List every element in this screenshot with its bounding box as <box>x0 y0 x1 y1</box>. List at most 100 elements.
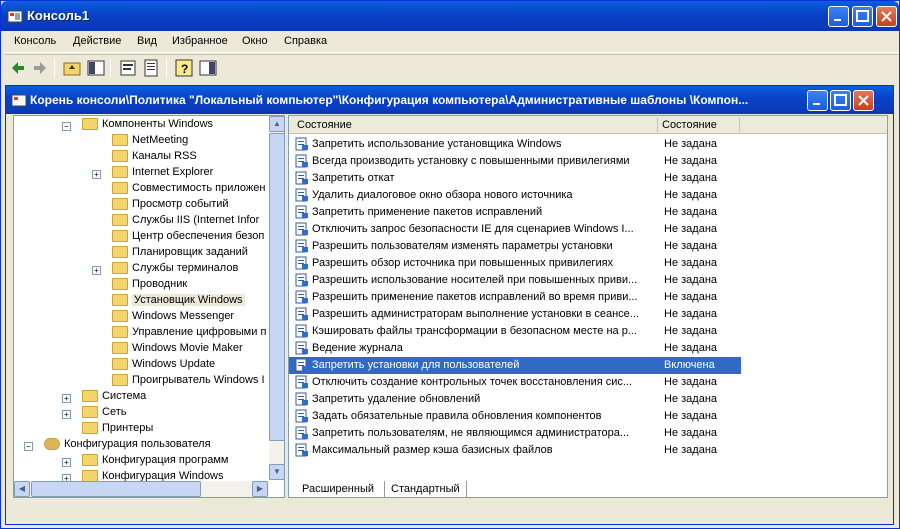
tree-item[interactable]: Windows Messenger <box>112 310 234 326</box>
tree-item[interactable]: Windows Update <box>112 358 215 374</box>
menu-view[interactable]: Вид <box>137 35 157 47</box>
child-title: Корень консоли\Политика "Локальный компь… <box>30 93 749 107</box>
tree-item[interactable]: Принтеры <box>82 422 153 438</box>
tree-item-label: Каналы RSS <box>132 150 197 162</box>
tree-item[interactable]: − Конфигурация пользователя <box>24 438 211 454</box>
policy-row[interactable]: Запретить применение пакетов исправлений… <box>289 204 741 221</box>
policy-row[interactable]: Разрешить использование носителей при по… <box>289 272 741 289</box>
policy-row[interactable]: Запретить установки для пользователей Вкл… <box>289 357 741 374</box>
svg-text:?: ? <box>181 62 188 76</box>
folder-icon <box>112 294 128 307</box>
tree-hscroll-thumb[interactable] <box>31 481 201 497</box>
minimize-button[interactable] <box>828 6 849 27</box>
policy-state: Не задана <box>664 342 718 354</box>
tree-item[interactable]: Совместимость приложен <box>112 182 265 198</box>
folder-icon <box>112 166 128 179</box>
column-header-state[interactable]: Состояние <box>662 119 717 131</box>
tab-extended[interactable]: Расширенный <box>296 481 380 498</box>
forward-arrow-icon[interactable] <box>30 58 50 78</box>
close-button[interactable] <box>876 6 897 27</box>
tree-item[interactable]: + Конфигурация программ <box>62 454 228 470</box>
back-arrow-icon[interactable] <box>8 58 28 78</box>
policy-row[interactable]: Разрешить пользователям изменять парамет… <box>289 238 741 255</box>
maximize-button[interactable] <box>852 6 873 27</box>
policy-row[interactable]: Запретить откат Не задана <box>289 170 741 187</box>
policy-list-pane[interactable]: Состояние Состояние Запретить использова… <box>288 115 888 498</box>
tree-item-label: Установщик Windows <box>132 294 245 306</box>
policy-row[interactable]: Разрешить обзор источника при повышенных… <box>289 255 741 272</box>
policy-row[interactable]: Отключить запрос безопасности IE для сце… <box>289 221 741 238</box>
policy-state: Не задана <box>664 274 718 286</box>
export-list-icon[interactable] <box>142 58 162 78</box>
tree-pane[interactable]: − Компоненты Windows NetMeeting Каналы RSS +… <box>13 115 285 498</box>
scroll-down-icon[interactable]: ▼ <box>269 464 284 480</box>
policy-state: Не задана <box>664 291 718 303</box>
menu-console[interactable]: Консоль <box>14 35 56 47</box>
policy-row[interactable]: Запретить использование установщика Wind… <box>289 136 741 153</box>
expand-icon[interactable]: + <box>62 458 71 467</box>
menu-help[interactable]: Справка <box>284 35 327 47</box>
tree-item[interactable]: + Система <box>62 390 146 406</box>
expand-icon[interactable]: + <box>62 410 71 419</box>
policy-row[interactable]: Кэшировать файлы трансформации в безопас… <box>289 323 741 340</box>
tree-item[interactable]: Установщик Windows <box>112 294 245 310</box>
tree-item[interactable]: Планировщик заданий <box>112 246 248 262</box>
tree-item[interactable]: Службы IIS (Internet Infor <box>112 214 259 230</box>
expand-icon[interactable]: + <box>92 170 101 179</box>
collapse-icon[interactable]: − <box>62 122 71 131</box>
policy-row[interactable]: Разрешить применение пакетов исправлений… <box>289 289 741 306</box>
expand-icon[interactable]: + <box>92 266 101 275</box>
tree-item[interactable]: Каналы RSS <box>112 150 197 166</box>
help-icon[interactable]: ? <box>174 58 194 78</box>
policy-state: Не задана <box>664 189 718 201</box>
menu-favorites[interactable]: Избранное <box>172 35 228 47</box>
child-titlebar[interactable]: Корень консоли\Политика "Локальный компь… <box>6 86 893 114</box>
scroll-up-icon[interactable]: ▲ <box>269 116 284 132</box>
tree-item[interactable]: − Компоненты Windows <box>62 118 213 134</box>
scroll-right-icon[interactable]: ▶ <box>252 481 268 497</box>
policy-row[interactable]: Отключить создание контрольных точек вос… <box>289 374 741 391</box>
show-tree-icon[interactable] <box>86 58 106 78</box>
tree-horizontal-scrollbar[interactable]: ◀ ▶ <box>14 481 269 497</box>
menu-window[interactable]: Окно <box>242 35 268 47</box>
tree-scroll-thumb[interactable] <box>269 133 284 441</box>
tab-standard[interactable]: Стандартный <box>384 481 467 498</box>
policy-row[interactable]: Задать обязательные правила обновления к… <box>289 408 741 425</box>
policy-row[interactable]: Запретить пользователям, не являющимся а… <box>289 425 741 442</box>
tree-item[interactable]: + Службы терминалов <box>92 262 238 278</box>
tree-vertical-scrollbar[interactable]: ▲ ▼ <box>269 116 284 480</box>
collapse-icon[interactable]: − <box>24 442 33 451</box>
expand-icon[interactable]: + <box>62 394 71 403</box>
menu-action[interactable]: Действие <box>73 35 121 47</box>
child-close-button[interactable] <box>853 90 874 111</box>
tree-item[interactable]: Управление цифровыми п <box>112 326 266 342</box>
policy-row[interactable]: Запретить удаление обновлений Не задана <box>289 391 741 408</box>
folder-icon <box>112 326 128 339</box>
tree-item[interactable]: + Сеть <box>62 406 126 422</box>
policy-row[interactable]: Разрешить администраторам выполнение уст… <box>289 306 741 323</box>
tree-item[interactable]: Windows Movie Maker <box>112 342 243 358</box>
tree-item[interactable]: Центр обеспечения безоп <box>112 230 264 246</box>
tree-item-label: Управление цифровыми п <box>132 326 267 338</box>
policy-name: Отключить создание контрольных точек вос… <box>312 376 633 388</box>
child-maximize-button[interactable] <box>830 90 851 111</box>
policy-row[interactable]: Удалить диалоговое окно обзора нового ис… <box>289 187 741 204</box>
policy-setting-icon <box>295 222 308 236</box>
policy-row[interactable]: Максимальный размер кэша базисных файлов… <box>289 442 741 459</box>
scroll-left-icon[interactable]: ◀ <box>14 481 30 497</box>
properties-icon[interactable] <box>118 58 138 78</box>
window-titlebar[interactable]: Консоль1 <box>1 1 899 31</box>
tree-item[interactable]: NetMeeting <box>112 134 188 150</box>
tree-item[interactable]: + Internet Explorer <box>92 166 213 182</box>
column-header-setting[interactable]: Состояние <box>297 119 352 131</box>
tree-item[interactable]: Просмотр событий <box>112 198 229 214</box>
policy-row[interactable]: Ведение журнала Не задана <box>289 340 741 357</box>
policy-setting-icon <box>295 443 308 457</box>
child-minimize-button[interactable] <box>807 90 828 111</box>
tree-item[interactable]: Проигрыватель Windows I <box>112 374 265 390</box>
tree-item[interactable]: Проводник <box>112 278 187 294</box>
up-folder-icon[interactable] <box>62 58 82 78</box>
tree-item-label: Совместимость приложен <box>132 182 266 194</box>
show-hide-action-pane-icon[interactable] <box>198 58 218 78</box>
policy-row[interactable]: Всегда производить установку с повышенны… <box>289 153 741 170</box>
